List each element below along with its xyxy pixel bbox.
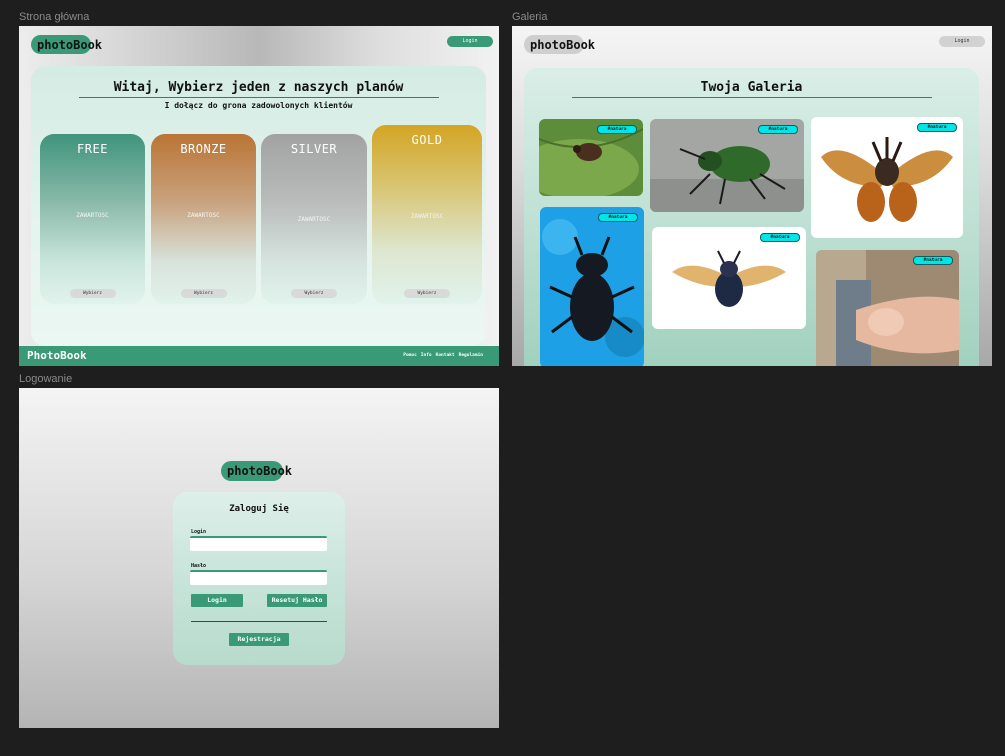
footer: PhotoBook Pomoc Info Kontakt Regulamin (19, 346, 499, 366)
plan-select-button-gold[interactable]: Wybierz (404, 289, 450, 298)
gallery-photo[interactable]: #natura (650, 119, 804, 212)
login-button[interactable]: Login (939, 36, 985, 47)
plan-name: GOLD (411, 133, 443, 147)
login-frame: photoBook Zaloguj Się Login Hasło Login … (19, 388, 499, 728)
footer-link-terms[interactable]: Regulamin (459, 353, 483, 358)
logo[interactable]: photoBook (524, 35, 595, 54)
plan-card-silver: SILVER ZAWARTOSC Wybierz (261, 134, 367, 304)
plan-card-bronze: BRONZE ZAWARTOSC Wybierz (151, 134, 256, 304)
photo-tag[interactable]: #natura (917, 123, 957, 132)
title-divider (572, 97, 932, 98)
photo-tag[interactable]: #natura (913, 256, 953, 265)
plan-name: BRONZE (180, 142, 227, 156)
page-title: Witaj, Wybierz jeden z naszych planów (113, 80, 404, 95)
plan-select-button-free[interactable]: Wybierz (69, 289, 116, 298)
home-frame: photoBook Login Witaj, Wybierz jeden z n… (19, 26, 499, 366)
logo[interactable]: photoBook (31, 35, 102, 54)
logo[interactable]: photoBook (221, 461, 292, 481)
plan-content: ZAWARTOSC (410, 213, 444, 220)
gallery-frame: photoBook Login Twoja Galeria #natura #n… (512, 26, 992, 366)
plan-name: FREE (77, 142, 108, 156)
stag-beetle-image (540, 207, 644, 366)
plan-card-gold: GOLD ZAWARTOSC Wybierz (372, 125, 482, 304)
password-input[interactable] (190, 570, 327, 585)
login-divider (191, 621, 327, 622)
footer-brand: PhotoBook (27, 349, 87, 362)
plan-select-button-bronze[interactable]: Wybierz (180, 289, 227, 298)
plan-content: ZAWARTOSC (297, 216, 331, 223)
plan-name: SILVER (290, 142, 338, 156)
plans-card: Witaj, Wybierz jeden z naszych planów I … (31, 66, 486, 346)
frame-label-gallery: Galeria (512, 11, 548, 23)
login-button[interactable]: Login (447, 36, 493, 47)
footer-link-help[interactable]: Pomoc (403, 353, 417, 358)
page-subtitle: I dołącz do grona zadowolonych klientów (164, 101, 353, 110)
login-field-label: Login (191, 529, 207, 535)
footer-link-contact[interactable]: Kontakt (436, 353, 455, 358)
finger-image (816, 250, 959, 366)
plan-content: ZAWARTOSC (187, 212, 220, 219)
plan-content: ZAWARTOSC (76, 212, 109, 219)
plan-select-button-silver[interactable]: Wybierz (291, 289, 337, 298)
reset-password-button[interactable]: Resetuj Hasło (267, 594, 327, 607)
login-card: Zaloguj Się Login Hasło Login Resetuj Ha… (173, 492, 345, 665)
gallery-photo[interactable]: #natura (652, 227, 806, 329)
photo-tag[interactable]: #natura (598, 213, 638, 222)
login-heading: Zaloguj Się (229, 504, 289, 514)
rhinoceros-beetle-image (821, 137, 953, 222)
plan-card-free: FREE ZAWARTOSC Wybierz (40, 134, 145, 304)
password-field-label: Hasło (191, 563, 207, 569)
title-divider (79, 97, 439, 98)
gallery-title: Twoja Galeria (700, 80, 803, 95)
photo-tag[interactable]: #natura (597, 125, 637, 134)
photo-tag[interactable]: #natura (758, 125, 798, 134)
gallery-photo[interactable]: #natura (539, 119, 643, 196)
frame-label-login: Logowanie (19, 373, 73, 385)
register-button[interactable]: Rejestracja (229, 633, 289, 646)
login-submit-button[interactable]: Login (191, 594, 243, 607)
gallery-photo[interactable]: #natura (540, 207, 644, 366)
flying-beetle-image (672, 250, 786, 307)
login-input[interactable] (190, 536, 327, 551)
gallery-card: Twoja Galeria #natura #natura #natura #n… (524, 68, 979, 366)
gallery-photo[interactable]: #natura (816, 250, 959, 366)
photo-tag[interactable]: #natura (760, 233, 800, 242)
frame-label-main: Strona główna (19, 11, 90, 23)
gallery-photo[interactable]: #natura (811, 117, 963, 238)
footer-link-info[interactable]: Info (421, 353, 432, 358)
